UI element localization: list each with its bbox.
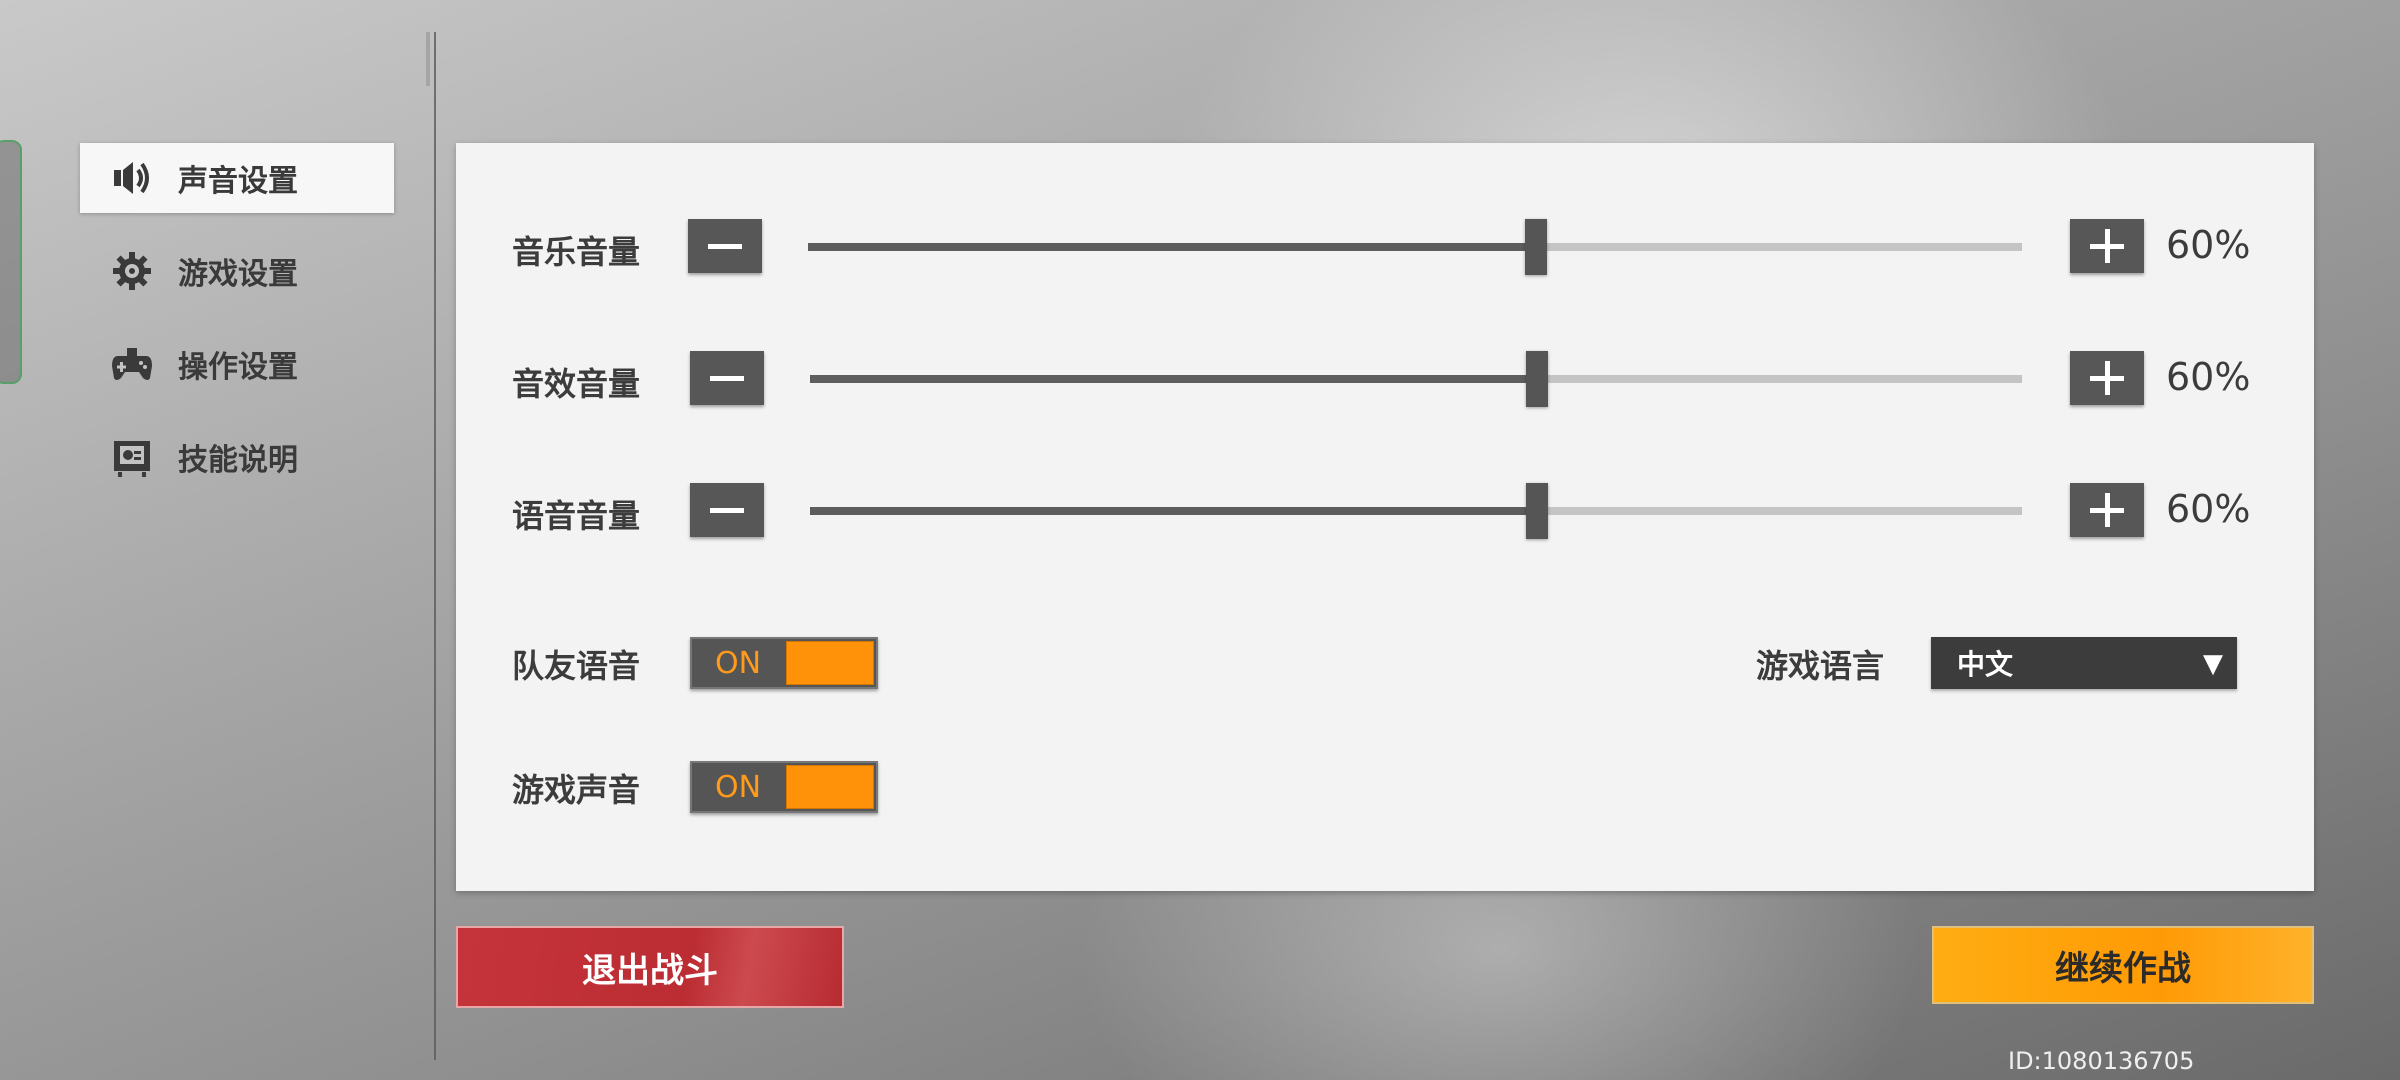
divider-tick <box>426 32 430 86</box>
music-volume-decrease-button[interactable] <box>688 219 762 273</box>
skill-card-icon <box>110 435 154 479</box>
gamepad-icon <box>110 342 154 386</box>
settings-sidebar: 声音设置 游戏设置 操作设置 技能说明 <box>80 143 394 515</box>
teammate-voice-label: 队友语音 <box>512 647 641 685</box>
sidebar-item-skill-guide[interactable]: 技能说明 <box>80 422 394 492</box>
music-volume-fill <box>808 243 1537 251</box>
chevron-down-icon: ▼ <box>2203 649 2223 679</box>
continue-battle-button[interactable]: 继续作战 <box>1932 926 2314 1004</box>
sidebar-item-label: 技能说明 <box>178 443 298 478</box>
gear-icon <box>110 249 154 293</box>
minus-icon <box>710 375 744 381</box>
game-language-label: 游戏语言 <box>1756 647 1885 685</box>
exit-battle-button[interactable]: 退出战斗 <box>456 926 844 1008</box>
voice-volume-value: 60% <box>2166 487 2251 531</box>
game-language-select[interactable]: 中文 ▼ <box>1931 637 2237 689</box>
plus-icon-vertical <box>2104 361 2110 395</box>
speaker-icon <box>110 156 154 200</box>
game-sound-label: 游戏声音 <box>512 771 641 809</box>
sidebar-divider <box>434 32 436 1060</box>
plus-icon-vertical <box>2104 229 2110 263</box>
effect-volume-slider[interactable] <box>810 351 2022 407</box>
toggle-knob <box>786 641 874 685</box>
music-volume-slider[interactable] <box>808 219 2022 275</box>
effect-volume-decrease-button[interactable] <box>690 351 764 405</box>
game-sound-toggle[interactable]: ON <box>690 761 878 813</box>
sound-settings-panel: 音乐音量 60% 音效音量 60% 语音音量 60% 队友语音 ON 游戏语言 <box>456 143 2314 891</box>
voice-volume-label: 语音音量 <box>512 497 641 535</box>
voice-volume-slider[interactable] <box>810 483 2022 539</box>
toggle-state-text: ON <box>714 645 762 681</box>
voice-volume-fill <box>810 507 1538 515</box>
effect-volume-fill <box>810 375 1538 383</box>
toggle-state-text: ON <box>714 769 762 805</box>
music-volume-label: 音乐音量 <box>512 233 641 271</box>
voice-volume-decrease-button[interactable] <box>690 483 764 537</box>
left-edge-handle[interactable] <box>0 140 22 384</box>
sidebar-item-control-settings[interactable]: 操作设置 <box>80 329 394 399</box>
toggle-knob <box>786 765 874 809</box>
sidebar-item-sound-settings[interactable]: 声音设置 <box>80 143 394 213</box>
effect-volume-thumb[interactable] <box>1526 351 1549 407</box>
player-id-text: ID:1080136705 <box>2008 1047 2195 1075</box>
music-volume-increase-button[interactable] <box>2070 219 2144 273</box>
plus-icon-vertical <box>2104 493 2110 527</box>
voice-volume-increase-button[interactable] <box>2070 483 2144 537</box>
minus-icon <box>708 243 742 249</box>
sidebar-item-label: 声音设置 <box>178 164 298 199</box>
voice-volume-thumb[interactable] <box>1526 483 1549 539</box>
sidebar-item-game-settings[interactable]: 游戏设置 <box>80 236 394 306</box>
effect-volume-label: 音效音量 <box>512 365 641 403</box>
game-language-selected: 中文 <box>1957 648 2014 681</box>
music-volume-thumb[interactable] <box>1525 219 1548 275</box>
minus-icon <box>710 507 744 513</box>
effect-volume-increase-button[interactable] <box>2070 351 2144 405</box>
sidebar-item-label: 游戏设置 <box>178 257 298 292</box>
effect-volume-value: 60% <box>2166 355 2251 399</box>
music-volume-value: 60% <box>2166 223 2251 267</box>
teammate-voice-toggle[interactable]: ON <box>690 637 878 689</box>
sidebar-item-label: 操作设置 <box>178 350 298 385</box>
